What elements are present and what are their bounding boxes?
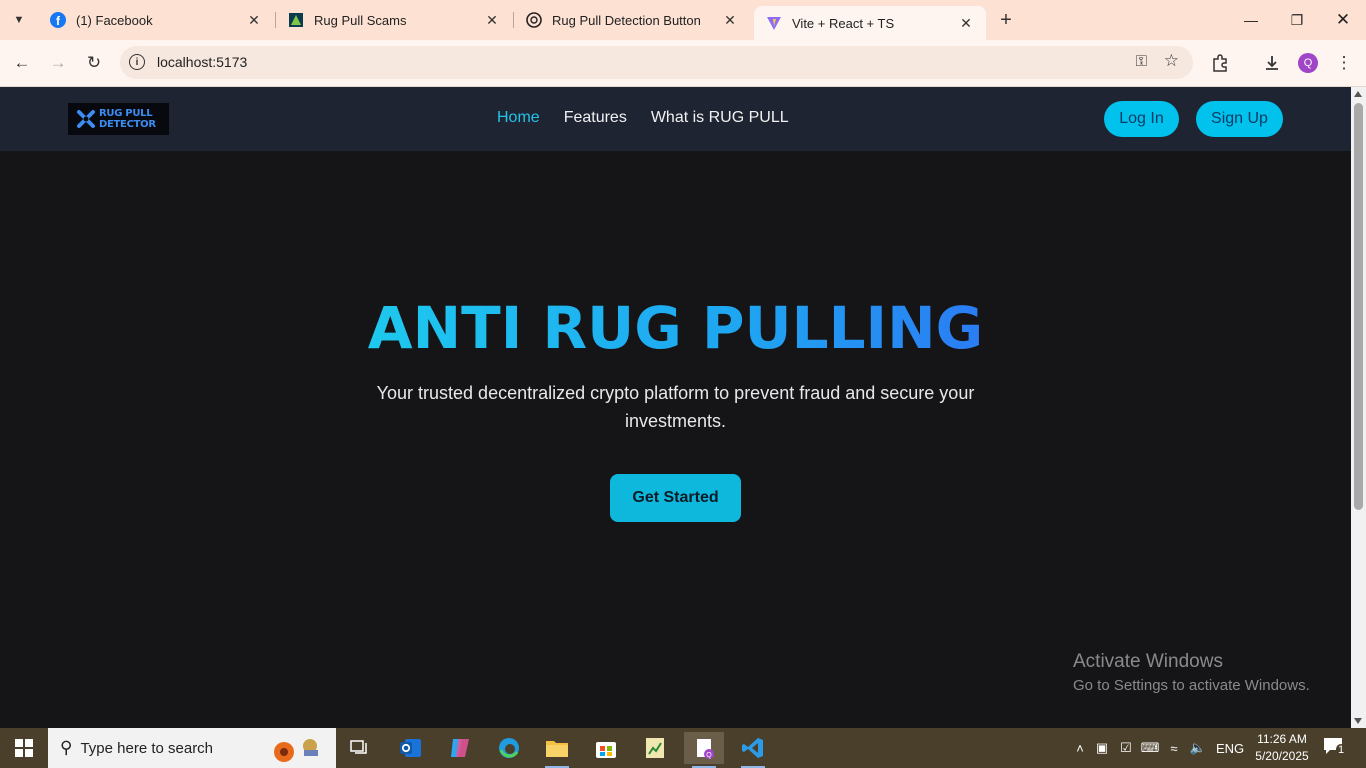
browser-tab-strip: ▼ f (1) Facebook ✕ Rug Pull Scams ✕ Rug … xyxy=(0,0,1366,40)
url-text[interactable]: localhost:5173 xyxy=(157,54,247,70)
tab-title: Vite + React + TS xyxy=(792,15,895,31)
outlook-icon[interactable] xyxy=(391,732,431,764)
meet-now-icon[interactable]: ▣ xyxy=(1090,740,1114,756)
tab-search-chevron-icon[interactable]: ▼ xyxy=(6,7,32,33)
window-close-icon[interactable]: ✕ xyxy=(1320,0,1366,40)
scrollbar-thumb[interactable] xyxy=(1354,103,1363,510)
reload-icon[interactable]: ↻ xyxy=(82,51,106,75)
profile-avatar[interactable]: Q xyxy=(1298,53,1318,73)
scroll-down-arrow-icon[interactable] xyxy=(1354,718,1362,724)
microsoft-store-icon[interactable] xyxy=(586,732,626,764)
page-viewport: RUG PULL DETECTOR Home Features What is … xyxy=(0,87,1351,728)
nav-link-what-is-rug-pull[interactable]: What is RUG PULL xyxy=(651,109,789,127)
search-highlight-flower-icon xyxy=(274,739,318,762)
copilot-icon[interactable] xyxy=(440,732,480,764)
minimize-icon[interactable]: — xyxy=(1228,0,1274,40)
language-indicator[interactable]: ENG xyxy=(1216,741,1244,756)
tab-vite-react-ts[interactable]: Vite + React + TS ✕ xyxy=(754,6,986,40)
main-nav: Home Features What is RUG PULL xyxy=(497,109,789,127)
task-view-icon[interactable] xyxy=(340,732,380,764)
site-navbar: RUG PULL DETECTOR Home Features What is … xyxy=(0,87,1351,151)
clock-time: 11:26 AM xyxy=(1257,732,1307,746)
address-bar[interactable]: i localhost:5173 ⚿ ☆ xyxy=(120,46,1193,79)
signup-button[interactable]: Sign Up xyxy=(1196,101,1283,137)
logo-line1: RUG PULL xyxy=(99,108,153,119)
vscode-icon[interactable] xyxy=(733,732,773,768)
system-tray: ˄ ▣ ☑ ⌨ ≈ 🔈 ENG xyxy=(1072,728,1244,768)
search-icon: ⚲ xyxy=(60,738,73,757)
scroll-up-arrow-icon[interactable] xyxy=(1354,91,1362,97)
download-icon[interactable] xyxy=(1260,51,1284,75)
close-icon[interactable]: ✕ xyxy=(482,10,502,30)
edge-browser-icon[interactable] xyxy=(489,732,529,764)
notification-count-badge: 1 xyxy=(1336,744,1347,756)
clock-date: 5/20/2025 xyxy=(1255,749,1309,763)
nav-link-home[interactable]: Home xyxy=(497,109,540,127)
input-method-icon[interactable]: ⌨ xyxy=(1138,740,1162,756)
restore-icon[interactable]: ❐ xyxy=(1274,0,1320,40)
get-started-button[interactable]: Get Started xyxy=(610,474,741,522)
page-scrollbar[interactable] xyxy=(1351,87,1366,728)
nav-link-features[interactable]: Features xyxy=(564,109,627,127)
hero-title: ANTI RUG PULLING xyxy=(0,294,1351,362)
tab-title: Rug Pull Detection Button xyxy=(552,12,701,28)
watermark-title: Activate Windows xyxy=(1073,651,1223,672)
notepad-app-icon[interactable]: Q xyxy=(684,732,724,768)
chatgpt-icon xyxy=(526,12,542,28)
tab-rug-pull-detection-button[interactable]: Rug Pull Detection Button ✕ xyxy=(514,0,750,40)
password-key-icon[interactable]: ⚿ xyxy=(1136,53,1147,70)
notification-center-icon[interactable]: 1 xyxy=(1322,736,1350,760)
close-icon[interactable]: ✕ xyxy=(956,13,976,33)
hero-title-text: ANTI RUG PULLING xyxy=(367,294,984,362)
login-button[interactable]: Log In xyxy=(1104,101,1179,137)
security-icon[interactable]: ☑ xyxy=(1114,740,1138,756)
site-icon xyxy=(288,12,304,28)
windows-taskbar: ⚲ Type here to search Q ˄ ▣ ☑ ⌨ ≈ � xyxy=(0,728,1366,768)
close-icon[interactable]: ✕ xyxy=(720,10,740,30)
extensions-puzzle-icon[interactable] xyxy=(1208,51,1232,75)
tab-rug-pull-scams[interactable]: Rug Pull Scams ✕ xyxy=(276,0,512,40)
vite-icon xyxy=(766,15,782,31)
logo-line2: DETECTOR xyxy=(99,119,156,130)
volume-icon[interactable]: 🔈 xyxy=(1186,740,1210,756)
watermark-subtitle: Go to Settings to activate Windows. xyxy=(1073,677,1310,694)
taskbar-search-box[interactable]: ⚲ Type here to search xyxy=(48,728,336,768)
tab-facebook[interactable]: f (1) Facebook ✕ xyxy=(38,0,274,40)
chevron-up-icon[interactable]: ˄ xyxy=(1072,741,1088,756)
tab-title: (1) Facebook xyxy=(76,12,153,28)
spreadsheet-app-icon[interactable] xyxy=(635,732,675,764)
kebab-menu-icon[interactable]: ⋮ xyxy=(1332,51,1356,75)
browser-toolbar: ← → ↻ i localhost:5173 ⚿ ☆ ⋮ xyxy=(0,40,1366,87)
forward-arrow-icon[interactable]: → xyxy=(46,51,70,75)
hero-subtitle: Your trusted decentralized crypto platfo… xyxy=(376,383,975,431)
taskbar-clock[interactable]: 11:26 AM 5/20/2025 xyxy=(1252,731,1312,765)
wifi-icon[interactable]: ≈ xyxy=(1162,741,1186,756)
site-info-icon[interactable]: i xyxy=(129,54,145,70)
windows-start-icon[interactable] xyxy=(0,728,48,768)
activate-windows-watermark: Activate Windows Go to Settings to activ… xyxy=(1073,651,1310,694)
svg-text:Q: Q xyxy=(706,752,712,759)
back-arrow-icon[interactable]: ← xyxy=(10,51,34,75)
new-tab-plus-icon[interactable]: + xyxy=(994,8,1018,32)
search-placeholder: Type here to search xyxy=(80,739,214,757)
logo-mark-icon xyxy=(77,110,95,128)
facebook-icon: f xyxy=(50,12,66,28)
tab-title: Rug Pull Scams xyxy=(314,12,407,28)
close-icon[interactable]: ✕ xyxy=(244,10,264,30)
site-logo[interactable]: RUG PULL DETECTOR xyxy=(68,103,169,135)
bookmark-star-icon[interactable]: ☆ xyxy=(1164,51,1179,71)
file-explorer-icon[interactable] xyxy=(537,732,577,768)
